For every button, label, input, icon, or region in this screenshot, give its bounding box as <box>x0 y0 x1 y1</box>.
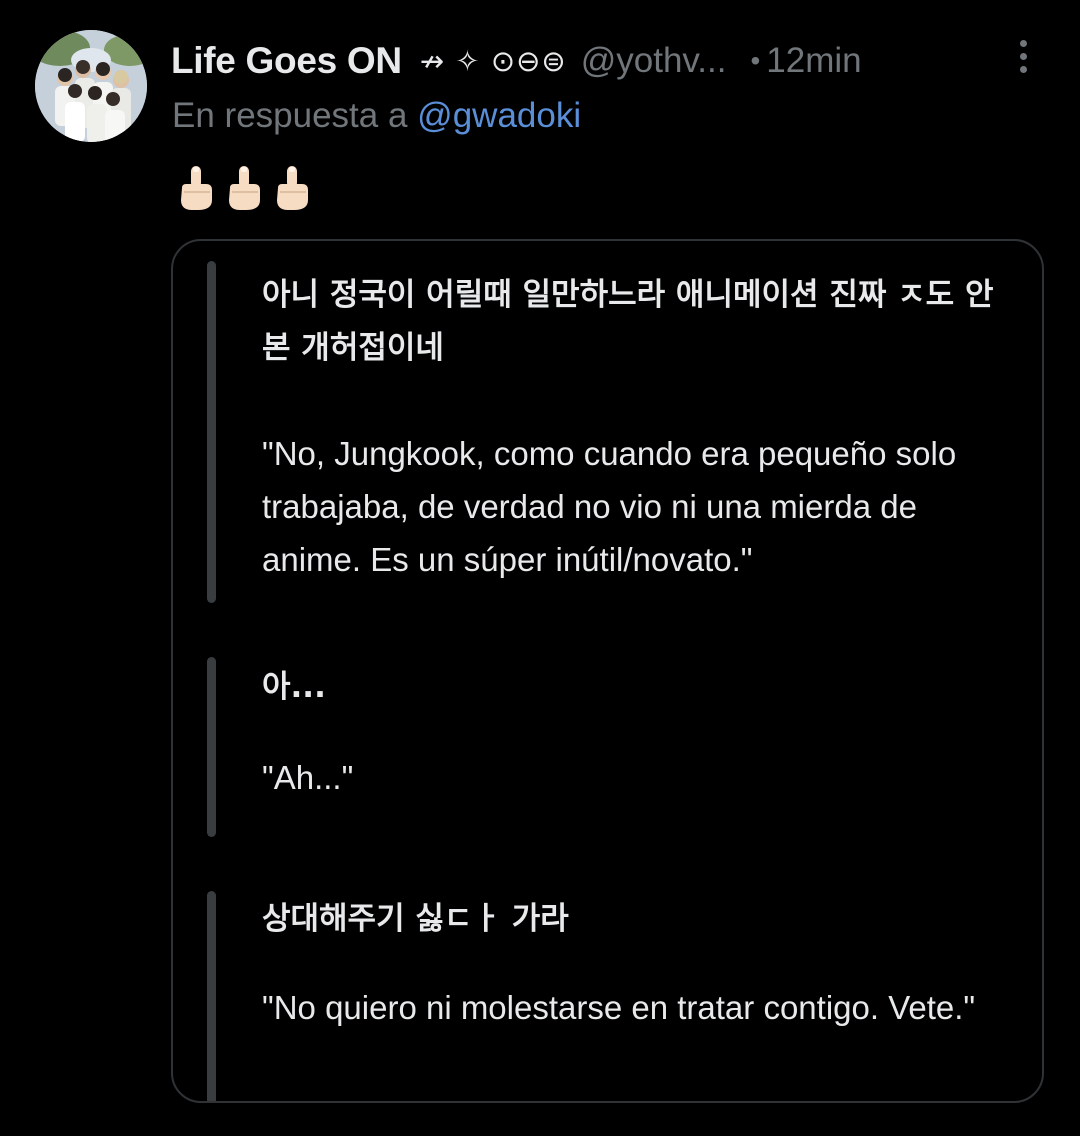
quote-korean-text: 아니 정국이 어릴때 일만하느라 애니메이션 진짜 ㅈ도 안 본 개허접이네 <box>262 277 994 366</box>
quoted-content-card[interactable]: 아니 정국이 어릴때 일만하느라 애니메이션 진짜 ㅈ도 안 본 개허접이네 "… <box>171 239 1044 1103</box>
more-options-icon[interactable] <box>1012 40 1034 80</box>
middle-finger-emoji-icon <box>272 164 312 214</box>
avatar[interactable] <box>35 30 147 142</box>
quote-block: 아... "Ah..." <box>173 657 1042 837</box>
middle-finger-emoji-icon <box>176 164 216 214</box>
quote-block: 아니 정국이 어릴때 일만하느라 애니메이션 진짜 ㅈ도 안 본 개허접이네 "… <box>173 261 1042 603</box>
quote-bar <box>207 891 216 1101</box>
reply-context: En respuesta a @gwadoki <box>172 96 581 136</box>
reply-prefix: En respuesta a <box>172 96 408 135</box>
quote-block: 상대해주기 싫ㄷㅏ 가라 "No quiero ni molestarse en… <box>173 891 1042 1101</box>
quote-translation-text: "No, Jungkook, como cuando era pequeño s… <box>262 435 957 578</box>
middle-finger-emoji-icon <box>224 164 264 214</box>
display-name[interactable]: Life Goes ON <box>171 40 402 82</box>
tweet-emoji-text <box>176 164 312 214</box>
reply-handle-link[interactable]: @gwadoki <box>417 96 581 135</box>
display-name-decoration: ↛ ✧ ⊙⊖⊜ <box>419 44 567 78</box>
quote-korean-text: 아... <box>262 669 326 705</box>
quote-bar <box>207 657 216 837</box>
quote-translation-text: "No quiero ni molestarse en tratar conti… <box>262 989 976 1026</box>
user-handle[interactable]: @yothv... <box>581 41 727 81</box>
quote-korean-text: 상대해주기 싫ㄷㅏ 가라 <box>262 901 569 937</box>
separator-dot: • <box>750 45 761 76</box>
quote-bar <box>207 261 216 603</box>
tweet-header: Life Goes ON ↛ ✧ ⊙⊖⊜ @yothv... • 12min <box>171 36 1051 86</box>
timestamp[interactable]: 12min <box>766 41 861 81</box>
quote-translation-text: "Ah..." <box>262 759 354 796</box>
